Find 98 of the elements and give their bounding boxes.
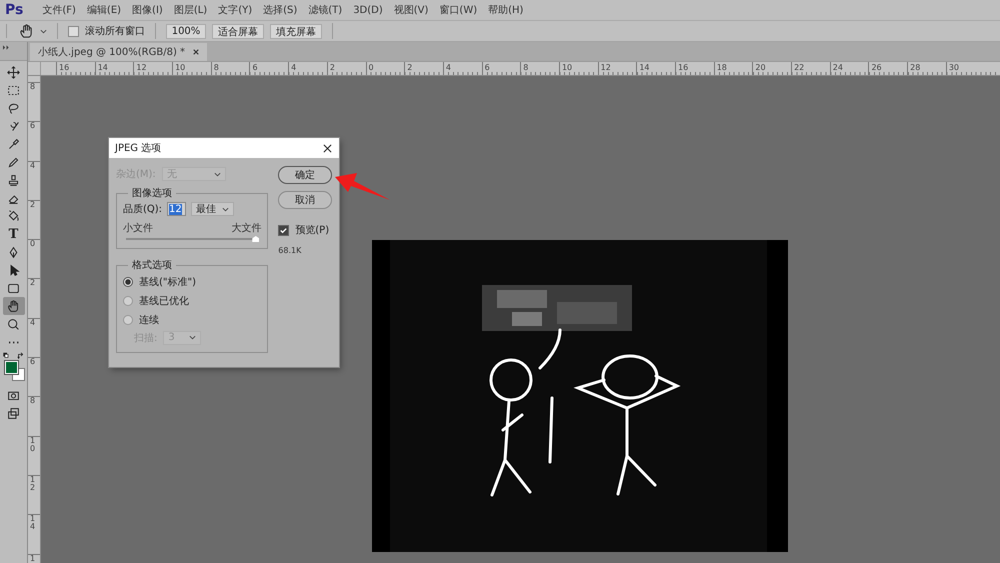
ruler-label: 18 [716,63,727,72]
ruler-label: 12 [135,63,147,72]
ruler-label: 16 [677,63,688,72]
ruler-label: 1 [30,554,36,563]
ruler-label: 8 [30,397,36,406]
app-logo: Ps [5,2,24,18]
foreground-color-swatch[interactable] [4,361,18,374]
hand-icon [7,300,20,312]
ruler-label: 2 [30,279,36,288]
ruler-label: 4 [444,63,451,72]
group-title: 图像选项 [131,186,173,200]
quality-input[interactable]: 12 [167,202,186,216]
ruler-label: 22 [793,63,804,72]
menu-item[interactable]: 图层(L) [174,3,208,17]
menu-item[interactable]: 3D(D) [353,4,383,16]
lasso-icon [7,102,20,114]
menu-item[interactable]: 窗口(W) [439,3,478,17]
caret-icon [214,172,221,176]
ruler-label: 30 [948,63,959,72]
ruler-label: 14 [30,515,36,532]
field-label: 品质(Q): [123,202,162,216]
dialog-title: JPEG 选项 [115,142,162,155]
ruler-label: 4 [30,318,36,327]
ruler-label: 14 [638,63,650,72]
caret-icon[interactable] [40,28,47,34]
menu-item[interactable]: 帮助(H) [488,3,524,17]
menu-item[interactable]: 图像(I) [132,3,163,17]
quality-dropdown[interactable]: 最佳 [191,202,234,216]
ruler-label: 0 [30,240,36,248]
ruler-label: 14 [96,63,108,72]
ruler-label: 10 [560,63,572,72]
screen-mode-icon[interactable] [7,406,20,420]
checkbox[interactable] [278,224,290,236]
caret-icon [189,335,196,340]
ruler-label: 2 [406,63,412,72]
radio-button[interactable] [123,276,133,286]
option-label: 基线("标准") [139,276,196,288]
slider-thumb[interactable] [252,236,260,242]
collapse-icon[interactable] [3,45,10,50]
option-label: 基线已优化 [139,294,189,308]
swap-colors-icon[interactable] [16,352,24,360]
zoom-option-button[interactable]: 填充屏幕 [270,24,322,38]
zoom-option-button[interactable]: 适合屏幕 [212,24,264,38]
checkbox[interactable] [68,26,79,36]
ok-button[interactable]: 确定 [278,166,332,184]
ruler-label: 26 [870,63,882,72]
search-icon [7,318,20,330]
ruler-label: 6 [30,122,36,130]
ruler-label: 0 [368,63,374,72]
document-tab[interactable]: 小纸人.jpeg @ 100%(RGB/8) * [30,43,208,61]
caret-icon [222,206,230,212]
quality-slider[interactable] [126,236,258,242]
radio-button[interactable] [123,314,133,324]
ruler-label: 20 [754,63,766,72]
slider-min-label: 小文件 [123,222,153,235]
ruler-label: 28 [909,63,920,72]
ruler-label: 10 [174,63,186,72]
ruler-label: 10 [30,436,36,453]
menu-item[interactable]: 文件(F) [42,3,76,17]
ruler-label: 24 [832,63,843,72]
menu-item[interactable]: 编辑(E) [86,3,122,17]
pencil-icon [7,156,20,168]
tool-button[interactable] [2,297,24,315]
group-title: 格式选项 [131,258,173,272]
menu-item[interactable]: 滤镜(T) [308,3,342,17]
ruler-label: 4 [290,63,296,72]
ruler-label: 6 [30,358,36,366]
menu-item[interactable]: 视图(V) [394,3,428,17]
ruler-label: 12 [30,476,36,492]
eyedropper-icon [7,138,20,150]
ruler-label: 12 [600,63,611,72]
menu-item[interactable]: 选择(S) [263,3,298,17]
ruler-label: 6 [251,63,258,72]
file-size-text: 68.1K [278,246,302,255]
ruler-label: 8 [212,63,219,72]
stamp-icon [7,174,20,186]
tool-button[interactable]: T [2,225,24,243]
close-icon[interactable] [323,144,332,152]
radio-button[interactable] [123,296,133,306]
option-label: 连续 [139,314,159,326]
pen-icon [7,246,20,258]
ruler-label: 16 [58,63,70,72]
hand-icon[interactable] [19,24,34,38]
bucket-icon [7,210,20,222]
menu-item[interactable]: 文字(Y) [218,3,252,17]
ruler-label: 8 [522,63,528,72]
zoom-option-button[interactable]: 100% [166,24,206,38]
ruler-label: 2 [30,200,36,209]
cancel-button[interactable]: 取消 [278,191,332,209]
close-icon[interactable] [193,49,200,55]
checkbox-label: 预览(P) [295,224,330,237]
slider-max-label: 大文件 [231,222,262,235]
ruler-label: 2 [328,63,335,72]
ruler-label: 8 [30,83,36,91]
ruler-label: 4 [30,162,36,170]
ruler-label: 6 [484,63,490,72]
checkbox-label: 滚动所有窗口 [85,24,145,38]
move-icon [7,66,20,78]
